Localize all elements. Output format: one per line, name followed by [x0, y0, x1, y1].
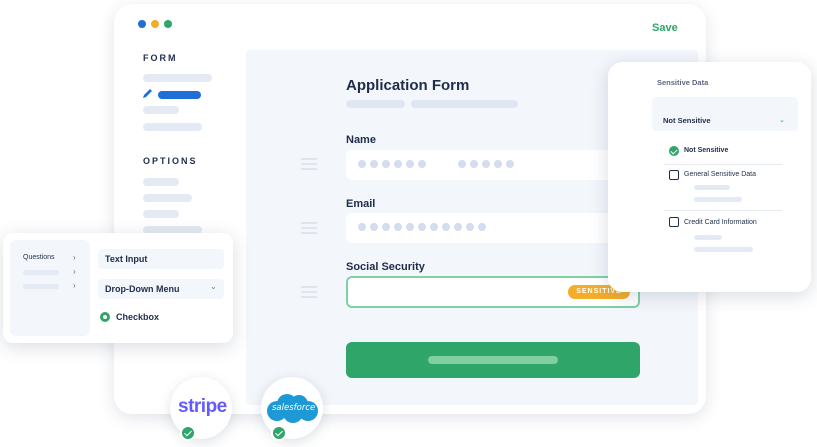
check-icon [180, 425, 196, 441]
salesforce-logo: salesforce [272, 403, 316, 413]
option-description [694, 197, 742, 202]
chevron-right-icon[interactable]: › [73, 253, 76, 262]
sensitivity-select[interactable] [652, 97, 798, 131]
drag-handle-icon[interactable] [301, 222, 317, 237]
option-not-sensitive[interactable]: Not Sensitive [684, 147, 728, 154]
option-description [694, 235, 722, 240]
check-circle-icon[interactable] [669, 146, 679, 156]
checkbox-indicator-icon [100, 312, 110, 322]
form-heading: FORM [143, 53, 178, 63]
ssn-label: Social Security [346, 261, 425, 273]
checkbox-label[interactable]: Checkbox [116, 312, 159, 322]
option-general-sensitive[interactable]: General Sensitive Data [684, 171, 756, 178]
sidebar-option[interactable] [143, 194, 192, 202]
email-label: Email [346, 198, 376, 210]
chevron-down-icon[interactable]: ⌄ [210, 282, 217, 291]
sidebar-item[interactable] [143, 123, 202, 131]
title-placeholder [411, 100, 518, 108]
save-button[interactable]: Save [652, 22, 678, 34]
questions-label[interactable]: Questions [23, 254, 55, 261]
drag-handle-icon[interactable] [301, 158, 317, 173]
question-item[interactable] [23, 270, 59, 275]
checkbox-general-sensitive[interactable] [669, 170, 679, 180]
text-input-label: Text Input [105, 254, 148, 264]
sidebar-item-active[interactable] [158, 91, 201, 99]
sensitive-data-title: Sensitive Data [657, 78, 709, 87]
submit-label-placeholder [428, 356, 558, 364]
sidebar-option[interactable] [143, 210, 179, 218]
title-placeholder [346, 100, 405, 108]
window-controls [138, 20, 172, 28]
chevron-down-icon[interactable]: ⌄ [779, 116, 785, 124]
pencil-icon [143, 89, 152, 98]
divider [664, 164, 782, 165]
option-credit-card[interactable]: Credit Card Information [684, 219, 757, 226]
name-label: Name [346, 134, 376, 146]
submit-button[interactable] [346, 342, 640, 378]
sidebar-item[interactable] [143, 74, 212, 82]
sidebar-item[interactable] [143, 106, 179, 114]
sensitivity-select-value: Not Sensitive [663, 116, 711, 125]
option-description [694, 185, 730, 190]
window-dot-blue [138, 20, 146, 28]
chevron-right-icon[interactable]: › [73, 267, 76, 276]
drag-handle-icon[interactable] [301, 286, 317, 301]
form-title: Application Form [346, 77, 470, 94]
sidebar-option[interactable] [143, 178, 179, 186]
window-dot-green [164, 20, 172, 28]
checkbox-credit-card[interactable] [669, 217, 679, 227]
option-description [694, 247, 753, 252]
dropdown-label: Drop-Down Menu [105, 284, 180, 294]
check-icon [271, 425, 287, 441]
options-heading: OPTIONS [143, 156, 198, 166]
window-dot-yellow [151, 20, 159, 28]
chevron-right-icon[interactable]: › [73, 281, 76, 290]
divider [664, 210, 782, 211]
name-mask [358, 160, 426, 168]
question-item[interactable] [23, 284, 59, 289]
name-mask [458, 160, 514, 168]
email-mask [358, 223, 486, 231]
stripe-logo: stripe [178, 396, 227, 417]
